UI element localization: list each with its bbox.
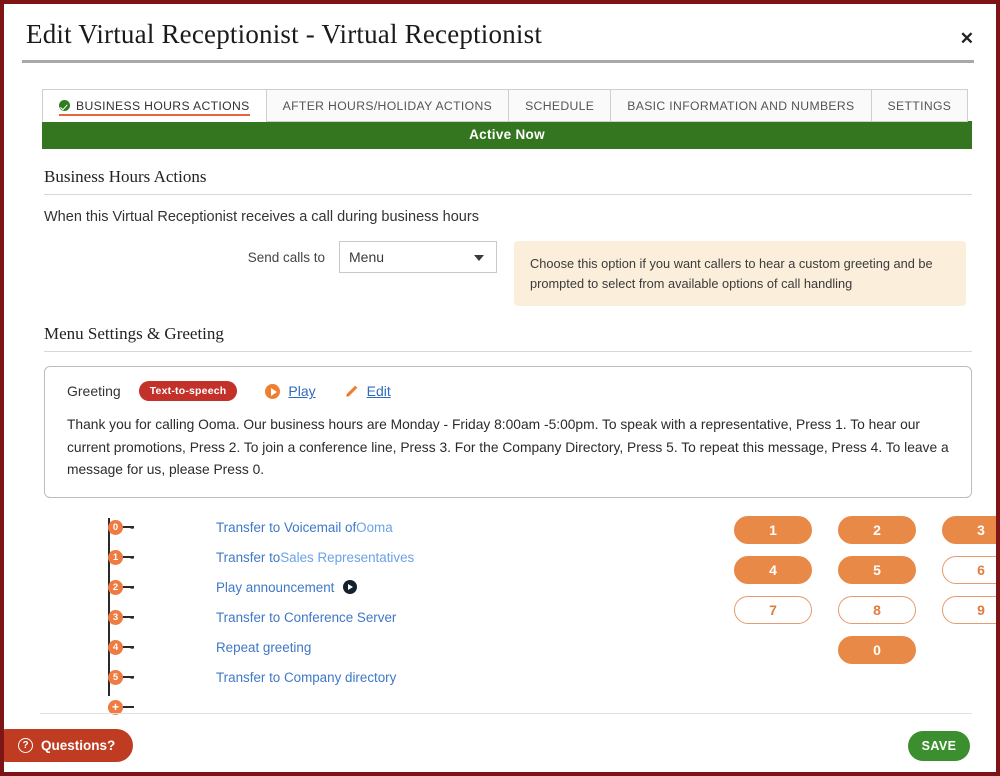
menu-option-digit: 1	[108, 549, 123, 565]
menu-option-digit: 0	[108, 519, 123, 535]
menu-option-dash: -	[130, 549, 135, 565]
menu-option-dash: -	[130, 609, 135, 625]
menu-option-row[interactable]: 5- Transfer to Company directory	[70, 662, 684, 692]
footer-divider	[40, 713, 972, 714]
keypad-key-1[interactable]: 1	[734, 516, 812, 545]
menu-option-action-text: Transfer to Voicemail of	[216, 519, 357, 535]
keypad-key-4[interactable]: 4	[734, 556, 812, 585]
menu-option-target: Sales Representatives	[280, 549, 415, 565]
keypad-key-0[interactable]: 0	[838, 636, 916, 665]
menu-options-tree: 0- Transfer to Voicemail of Ooma 1- Transfe…	[44, 512, 684, 722]
menu-option-action-text: Play announcement	[216, 579, 335, 595]
menu-option-target: Ooma	[356, 519, 393, 535]
menu-option-row[interactable]: 4- Repeat greeting	[70, 632, 684, 662]
chevron-down-icon	[474, 254, 484, 261]
menu-option-digit: 5	[108, 669, 123, 685]
menu-options-area: 0- Transfer to Voicemail of Ooma 1- Transfe…	[44, 512, 996, 722]
business-hours-section-title: Business Hours Actions	[44, 149, 972, 195]
tab-list: BUSINESS HOURS ACTIONS AFTER HOURS/HOLIDA…	[42, 88, 972, 122]
menu-option-action[interactable]: Repeat greeting	[216, 640, 311, 655]
business-hours-lead-text: When this Virtual Receptionist receives …	[44, 208, 479, 225]
menu-option-row[interactable]: 3- Transfer to Conference Server	[70, 602, 684, 632]
question-mark-icon: ?	[18, 738, 33, 753]
menu-option-action-text: Transfer to	[216, 549, 281, 565]
questions-label: Questions?	[41, 738, 116, 753]
menu-option-action[interactable]: Transfer to Conference Server	[216, 610, 396, 625]
tab-schedule[interactable]: SCHEDULE	[508, 88, 611, 122]
menu-option-action-text: Transfer to Conference Server	[216, 609, 397, 625]
greeting-card: Greeting Text-to-speech Play Edit Thank …	[44, 366, 972, 499]
add-menu-option-row[interactable]: +	[70, 692, 684, 722]
close-icon[interactable]: ✕	[960, 30, 974, 47]
tab-label: SETTINGS	[887, 98, 952, 113]
tab-settings[interactable]: SETTINGS	[870, 88, 969, 122]
tabs-container: BUSINESS HOURS ACTIONS AFTER HOURS/HOLIDA…	[42, 88, 972, 149]
save-button[interactable]: SAVE	[908, 731, 970, 761]
menu-option-action[interactable]: Transfer to Voicemail of Ooma	[216, 520, 393, 535]
tab-label: BUSINESS HOURS ACTIONS	[76, 98, 250, 113]
keypad-key-9[interactable]: 9	[942, 596, 996, 625]
menu-option-dash: -	[130, 639, 135, 655]
menu-option-digit: 2	[108, 579, 123, 595]
greeting-label: Greeting	[67, 383, 121, 400]
status-badge: Active Now	[42, 120, 972, 149]
dialog-header: Edit Virtual Receptionist - Virtual Rece…	[4, 4, 996, 60]
menu-option-action[interactable]: Play announcement	[216, 579, 358, 595]
menu-option-action-text: Repeat greeting	[216, 639, 312, 655]
option-hint-text: Choose this option if you want callers t…	[514, 240, 966, 307]
tab-label: BASIC INFORMATION AND NUMBERS	[627, 98, 855, 113]
keypad-key-2[interactable]: 2	[838, 516, 916, 545]
play-icon	[265, 383, 281, 399]
keypad-key-5[interactable]: 5	[838, 556, 916, 585]
menu-option-row[interactable]: 0- Transfer to Voicemail of Ooma	[70, 512, 684, 542]
menu-option-action[interactable]: Transfer to Company directory	[216, 670, 396, 685]
tab-business-hours-actions[interactable]: BUSINESS HOURS ACTIONS	[42, 88, 266, 122]
menu-option-row[interactable]: 1- Transfer to Sales Representatives	[70, 542, 684, 572]
menu-option-row[interactable]: 2- Play announcement	[70, 572, 684, 602]
text-to-speech-badge: Text-to-speech	[138, 381, 238, 402]
play-announcement-icon[interactable]	[343, 580, 358, 595]
send-calls-to-value: Menu	[349, 248, 385, 265]
menu-option-dash: -	[130, 669, 135, 685]
send-calls-to-select[interactable]: Menu	[339, 240, 497, 273]
keypad-key-7[interactable]: 7	[734, 596, 812, 625]
keypad: 123 456 7890	[734, 516, 996, 665]
send-calls-label: Send calls to	[247, 249, 325, 265]
menu-option-digit: 4	[108, 639, 123, 655]
play-greeting-action[interactable]: Play	[265, 383, 316, 399]
menu-option-dash: -	[130, 579, 135, 595]
edit-virtual-receptionist-dialog: Edit Virtual Receptionist - Virtual Rece…	[0, 0, 1000, 776]
page-title: Edit Virtual Receptionist - Virtual Rece…	[26, 19, 543, 49]
menu-settings-section-title: Menu Settings & Greeting	[44, 306, 972, 353]
questions-button[interactable]: ? Questions?	[4, 729, 134, 762]
play-greeting-link[interactable]: Play	[288, 383, 315, 399]
edit-greeting-action[interactable]: Edit	[344, 383, 391, 399]
check-circle-icon	[59, 100, 70, 112]
menu-option-dash: -	[130, 519, 135, 535]
pencil-icon	[344, 384, 359, 399]
keypad-key-8[interactable]: 8	[838, 596, 916, 625]
header-divider	[22, 59, 974, 63]
menu-option-digit: 3	[108, 609, 123, 625]
keypad-key-3[interactable]: 3	[942, 516, 996, 545]
greeting-card-header: Greeting Text-to-speech Play Edit	[67, 381, 953, 402]
tab-basic-information-and-numbers[interactable]: BASIC INFORMATION AND NUMBERS	[610, 88, 871, 122]
dialog-content: Business Hours Actions When this Virtual…	[4, 149, 996, 723]
tab-label: AFTER HOURS/HOLIDAY ACTIONS	[282, 98, 493, 113]
keypad-key-6[interactable]: 6	[942, 556, 996, 585]
tab-after-hours-holiday-actions[interactable]: AFTER HOURS/HOLIDAY ACTIONS	[265, 88, 509, 122]
send-calls-row: Send calls to Menu Choose this option if…	[44, 240, 972, 307]
menu-option-action-text: Transfer to Company directory	[216, 669, 397, 685]
edit-greeting-link[interactable]: Edit	[367, 383, 391, 399]
menu-option-action[interactable]: Transfer to Sales Representatives	[216, 550, 414, 565]
tab-label: SCHEDULE	[525, 98, 595, 113]
greeting-text: Thank you for calling Ooma. Our business…	[67, 417, 949, 478]
